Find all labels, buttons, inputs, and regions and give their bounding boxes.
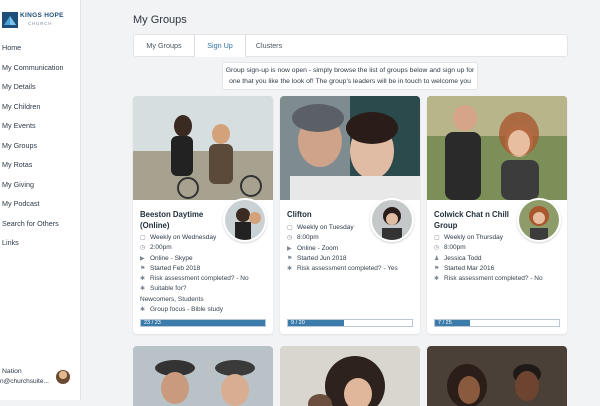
group-detail: ⚑ Started Feb 2018 <box>140 264 268 274</box>
group-photo <box>427 96 567 200</box>
nav-item-home[interactable]: Home <box>0 38 80 58</box>
signup-notice: Group sign-up is now open - simply brows… <box>222 62 478 90</box>
tab-bar: My Groups Sign Up Clusters <box>133 34 568 57</box>
church-logo[interactable]: KINGS HOPE CHURCH <box>2 10 78 32</box>
nav-item-my-groups[interactable]: My Groups <box>0 136 80 156</box>
sidebar-nav: Home My Communication My Details My Chil… <box>0 38 80 253</box>
page-title: My Groups <box>133 14 187 26</box>
capacity-label: 7 / 25 <box>438 320 452 326</box>
group-detail: ✱ Risk assessment completed? - No <box>140 274 268 284</box>
video-icon: ▶ <box>140 255 145 262</box>
user-email: n@churchsuite... <box>0 378 49 385</box>
tab-my-groups[interactable]: My Groups <box>134 35 194 56</box>
nav-item-my-details[interactable]: My Details <box>0 77 80 97</box>
group-card-photo[interactable] <box>280 346 420 406</box>
capacity-label: 9 / 20 <box>291 320 305 326</box>
group-detail: ▢ Weekly on Thursday <box>434 233 562 243</box>
calendar-icon: ▢ <box>434 235 440 241</box>
nav-item-search-for-others[interactable]: Search for Others <box>0 214 80 234</box>
group-detail: ◷ 8:00pm <box>434 243 562 253</box>
clock-icon: ◷ <box>434 245 440 252</box>
nav-item-my-children[interactable]: My Children <box>0 97 80 117</box>
tab-clusters[interactable]: Clusters <box>244 35 294 56</box>
clock-icon: ◷ <box>140 245 146 252</box>
nav-item-links[interactable]: Links <box>0 233 80 253</box>
nav-item-my-podcast[interactable]: My Podcast <box>0 194 80 214</box>
group-detail: ⚑ Started Mar 2016 <box>434 264 562 274</box>
user-account[interactable]: Nation n@churchsuite... <box>0 364 80 392</box>
group-title: Colwick Chat n Chill Group <box>434 210 509 230</box>
group-detail: ✱ Suitable for? <box>140 284 268 294</box>
group-detail: Newcomers, Students <box>140 295 204 303</box>
group-detail: ◷ 2:00pm <box>140 243 268 253</box>
group-details: ▢ Weekly on Wednesday ◷ 2:00pm ▶ Online - S… <box>140 233 268 315</box>
church-logo-icon <box>2 12 18 28</box>
nav-item-my-events[interactable]: My Events <box>0 116 80 136</box>
group-detail: ✱ Risk assessment completed? - No <box>434 274 562 284</box>
nav-item-my-giving[interactable]: My Giving <box>0 175 80 195</box>
avatar[interactable] <box>56 370 70 384</box>
calendar-icon: ▢ <box>287 225 293 231</box>
brand-sub: CHURCH <box>28 21 53 26</box>
group-photo <box>133 96 273 200</box>
calendar-icon: ▢ <box>140 235 146 241</box>
group-title: Clifton <box>287 210 312 219</box>
capacity-bar: 7 / 25 <box>434 319 560 327</box>
group-detail: ◷ 8:00pm <box>287 233 415 243</box>
group-detail: ✱ Risk assessment completed? - Yes <box>287 264 415 274</box>
tab-sign-up[interactable]: Sign Up <box>194 35 246 57</box>
group-detail: ⚑ Started Jun 2018 <box>287 254 415 264</box>
asterisk-icon: ✱ <box>140 286 146 293</box>
group-card-photo[interactable] <box>133 346 273 406</box>
asterisk-icon: ✱ <box>140 307 146 314</box>
group-card-photo[interactable] <box>427 346 567 406</box>
group-details: ▢ Weekly on Thursday ◷ 8:00pm ♟ Jessica Tod… <box>434 233 562 284</box>
nav-item-my-communication[interactable]: My Communication <box>0 58 80 78</box>
flag-icon: ⚑ <box>434 265 440 272</box>
flag-icon: ⚑ <box>287 255 293 262</box>
asterisk-icon: ✱ <box>434 276 440 283</box>
nav-item-my-rotas[interactable]: My Rotas <box>0 155 80 175</box>
brand-name: KINGS HOPE <box>20 12 64 19</box>
sidebar: KINGS HOPE CHURCH Home My Communication … <box>0 0 81 400</box>
video-icon: ▶ <box>287 245 292 252</box>
group-card[interactable]: Beeston Daytime (Online) ▢ Weekly on Wedn… <box>133 96 273 334</box>
capacity-label: 23 / 23 <box>144 320 161 326</box>
group-card[interactable]: Colwick Chat n Chill Group ▢ Weekly on Th… <box>427 96 567 334</box>
flag-icon: ⚑ <box>140 265 146 272</box>
group-detail: ▶ Online - Skype <box>140 254 268 264</box>
group-photo <box>280 96 420 200</box>
group-detail: ✱ Group focus - Bible study <box>140 305 268 315</box>
person-icon: ♟ <box>434 255 440 262</box>
group-details: ▢ Weekly on Tuesday ◷ 8:00pm ▶ Online - Zoo… <box>287 223 415 274</box>
asterisk-icon: ✱ <box>140 276 146 283</box>
group-detail: ▶ Online - Zoom <box>287 244 415 254</box>
group-detail: ♟ Jessica Todd <box>434 254 562 264</box>
group-detail: ▢ Weekly on Tuesday <box>287 223 415 233</box>
group-detail: ▢ Weekly on Wednesday <box>140 233 268 243</box>
asterisk-icon: ✱ <box>287 266 293 273</box>
group-card[interactable]: Clifton ▢ Weekly on Tuesday ◷ 8:00pm ▶ Onli… <box>280 96 420 334</box>
capacity-bar: 9 / 20 <box>287 319 413 327</box>
capacity-bar: 23 / 23 <box>140 319 266 327</box>
group-title: Beeston Daytime (Online) <box>140 210 204 230</box>
clock-icon: ◷ <box>287 235 293 242</box>
user-name: Nation <box>2 368 22 375</box>
